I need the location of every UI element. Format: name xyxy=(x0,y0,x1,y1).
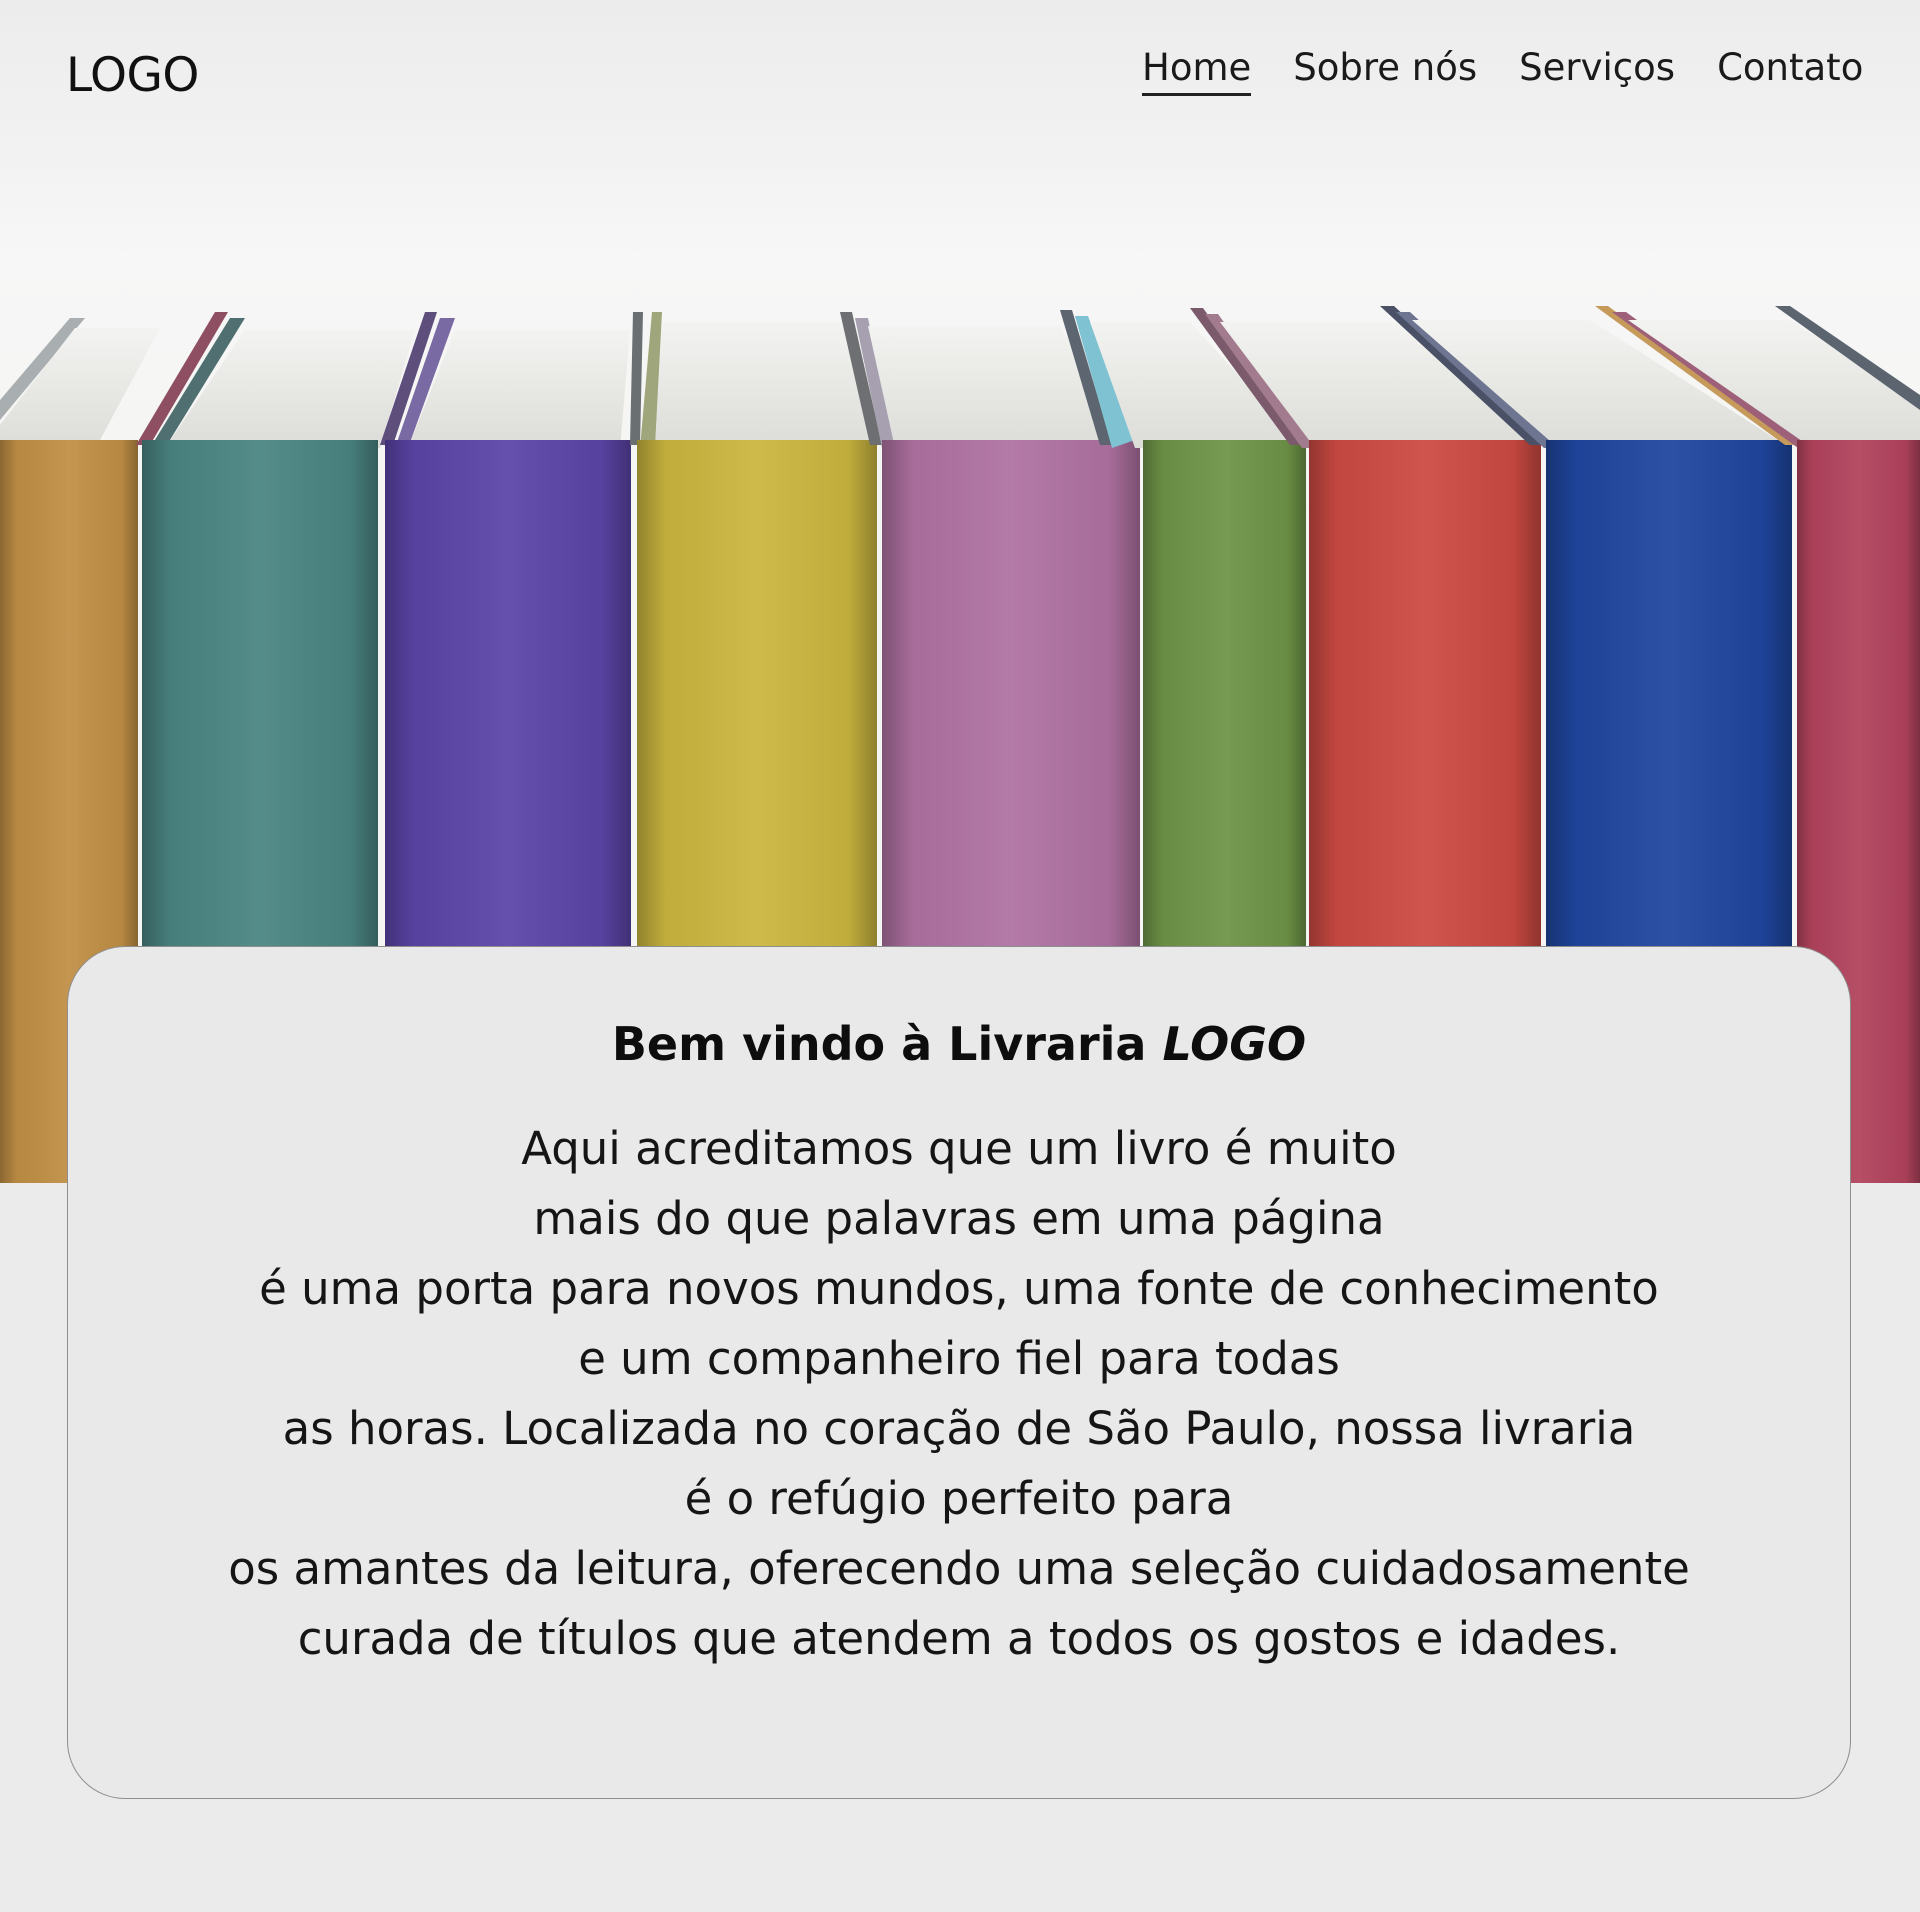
welcome-text-line: curada de títulos que atendem a todos os… xyxy=(297,1612,1621,1666)
nav-contact[interactable]: Contato xyxy=(1717,46,1863,96)
welcome-title-prefix: Bem vindo à Livraria xyxy=(611,1017,1163,1071)
welcome-text-line: é uma porta para novos mundos, uma fonte… xyxy=(259,1262,1659,1316)
main-nav: Home Sobre nós Serviços Contato xyxy=(1142,46,1863,96)
welcome-title: Bem vindo à Livraria LOGO xyxy=(68,1017,1850,1072)
welcome-text-line: é o refúgio perfeito para xyxy=(684,1472,1234,1526)
nav-services[interactable]: Serviços xyxy=(1519,46,1675,96)
welcome-text-line: mais do que palavras em uma página xyxy=(533,1192,1385,1246)
nav-about[interactable]: Sobre nós xyxy=(1293,46,1477,96)
welcome-title-brand: LOGO xyxy=(1162,1017,1307,1071)
nav-home[interactable]: Home xyxy=(1142,46,1252,96)
welcome-text-line: e um companheiro fiel para todas xyxy=(578,1332,1340,1386)
welcome-text: Aqui acreditamos que um livro é muito ma… xyxy=(68,1114,1850,1674)
welcome-text-line: Aqui acreditamos que um livro é muito xyxy=(521,1122,1397,1176)
site-logo[interactable]: LOGO xyxy=(66,48,199,103)
welcome-text-line: os amantes da leitura, oferecendo uma se… xyxy=(228,1542,1690,1596)
welcome-card: Bem vindo à Livraria LOGO Aqui acreditam… xyxy=(67,946,1851,1799)
welcome-text-line: as horas. Localizada no coração de São P… xyxy=(282,1402,1636,1456)
